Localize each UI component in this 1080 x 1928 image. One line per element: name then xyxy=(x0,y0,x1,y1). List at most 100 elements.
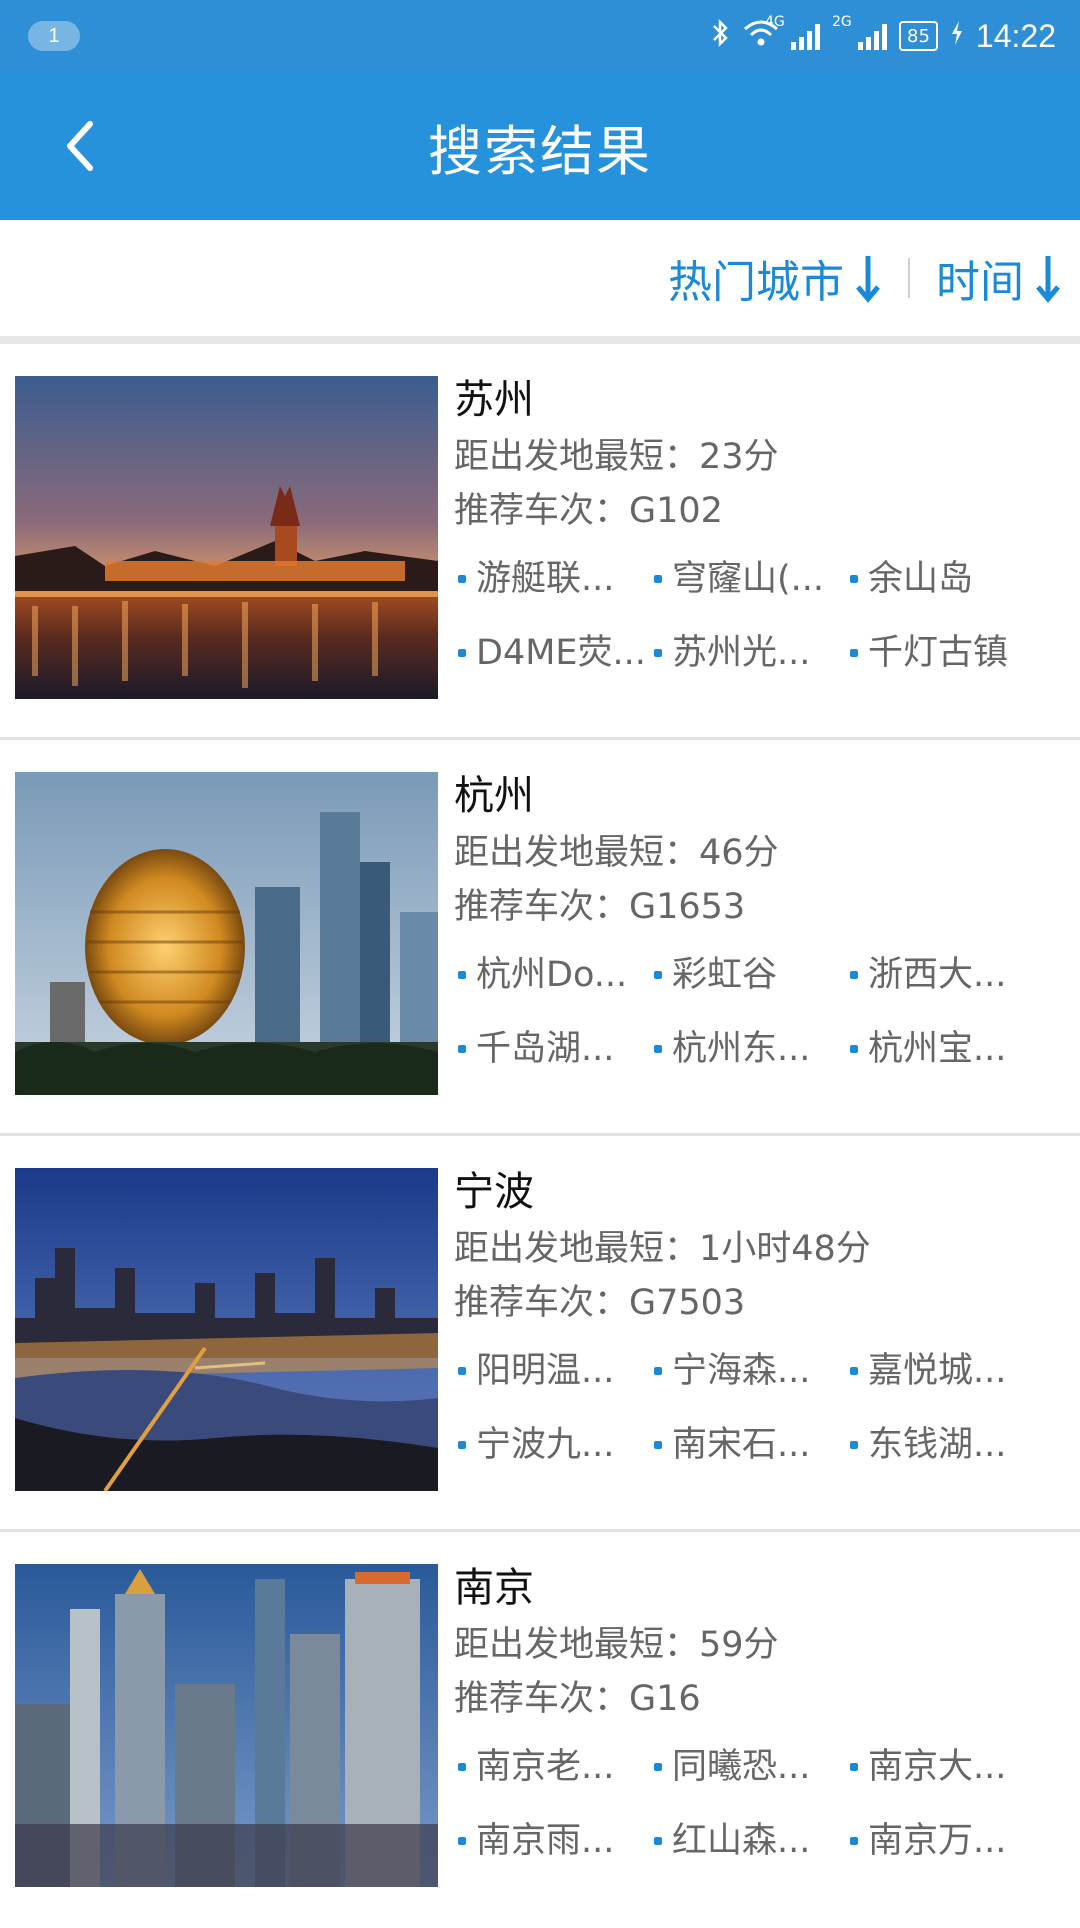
bullet-icon xyxy=(458,575,466,583)
clock: 14:22 xyxy=(975,17,1056,54)
attraction-tag[interactable]: 红山森... xyxy=(650,1812,846,1870)
city-name: 杭州 xyxy=(454,773,534,819)
bullet-icon xyxy=(654,1837,662,1845)
attraction-label: 浙西大... xyxy=(868,955,1007,995)
city-name: 苏州 xyxy=(454,377,534,423)
attraction-label: 红山森... xyxy=(672,1821,811,1861)
city-name: 南京 xyxy=(454,1565,534,1611)
attraction-tag[interactable]: 苏州光... xyxy=(650,624,846,682)
attraction-label: 南宋石... xyxy=(672,1425,811,1465)
attraction-tag[interactable]: 杭州东... xyxy=(650,1020,846,1078)
attraction-label: 游艇联... xyxy=(476,559,615,599)
page-title: 搜索结果 xyxy=(428,119,652,183)
attraction-tag[interactable]: 彩虹谷 xyxy=(650,946,846,1004)
attraction-tag[interactable]: 宁海森... xyxy=(650,1342,846,1400)
result-card[interactable]: 苏州 距出发地最短：23分 推荐车次：G102 游艇联... 穹窿山(... 余… xyxy=(0,344,1080,740)
bluetooth-icon xyxy=(711,17,731,55)
bullet-icon xyxy=(850,575,858,583)
result-card[interactable]: 杭州 距出发地最短：46分 推荐车次：G1653 杭州Do... 彩虹谷 浙西大… xyxy=(0,740,1080,1136)
sort-time-label: 时间 xyxy=(936,257,1024,308)
attraction-tag[interactable]: 南京大... xyxy=(846,1738,1042,1796)
attraction-label: 杭州东... xyxy=(672,1029,811,1069)
attraction-tag[interactable]: 宁波九... xyxy=(454,1416,650,1474)
recommended-train: 推荐车次：G102 xyxy=(454,491,723,531)
charging-icon xyxy=(950,20,964,52)
shortest-travel-time: 距出发地最短：59分 xyxy=(454,1625,779,1665)
attraction-label: D4ME荧... xyxy=(476,633,646,673)
city-photo-suzhou xyxy=(15,376,438,699)
attraction-label: 穹窿山(... xyxy=(672,559,825,599)
result-card[interactable]: 南京 距出发地最短：59分 推荐车次：G16 南京老... 同曦恐... 南京大… xyxy=(0,1532,1080,1928)
result-card[interactable]: 宁波 距出发地最短：1小时48分 推荐车次：G7503 阳明温... 宁海森..… xyxy=(0,1136,1080,1532)
city-photo-ningbo xyxy=(15,1168,438,1491)
attraction-tags: 南京老... 同曦恐... 南京大... 南京雨... 红山森... 南京万..… xyxy=(454,1738,1060,1870)
bullet-icon xyxy=(458,1763,466,1771)
attraction-tag[interactable]: 阳明温... xyxy=(454,1342,650,1400)
shortest-travel-time: 距出发地最短：23分 xyxy=(454,437,779,477)
attraction-label: 余山岛 xyxy=(868,559,974,599)
battery-icon: 85 xyxy=(899,21,938,51)
bullet-icon xyxy=(654,649,662,657)
attraction-tag[interactable]: 南京万... xyxy=(846,1812,1042,1870)
attraction-tag[interactable]: 南宋石... xyxy=(650,1416,846,1474)
bullet-icon xyxy=(850,1045,858,1053)
attraction-tags: 游艇联... 穹窿山(... 余山岛 D4ME荧... 苏州光... 千灯古镇 xyxy=(454,550,1060,682)
attraction-label: 南京万... xyxy=(868,1821,1007,1861)
attraction-label: 南京大... xyxy=(868,1747,1007,1787)
bullet-icon xyxy=(654,971,662,979)
shortest-travel-time: 距出发地最短：46分 xyxy=(454,833,779,873)
status-icons: 4G 2G 85 14:22 xyxy=(711,14,1056,55)
arrow-down-icon xyxy=(856,256,880,303)
attraction-tag[interactable]: 同曦恐... xyxy=(650,1738,846,1796)
recommended-train: 推荐车次：G1653 xyxy=(454,887,746,927)
bullet-icon xyxy=(654,1367,662,1375)
result-info: 南京 距出发地最短：59分 推荐车次：G16 南京老... 同曦恐... 南京大… xyxy=(454,1558,1060,1870)
attraction-label: 南京雨... xyxy=(476,1821,615,1861)
attraction-tag[interactable]: 游艇联... xyxy=(454,550,650,608)
battery-level: 85 xyxy=(907,25,930,47)
attraction-label: 南京老... xyxy=(476,1747,615,1787)
attraction-tag[interactable]: 千岛湖... xyxy=(454,1020,650,1078)
chevron-left-icon xyxy=(67,121,93,171)
bullet-icon xyxy=(850,1837,858,1845)
attraction-tags: 杭州Do... 彩虹谷 浙西大... 千岛湖... 杭州东... 杭州宝... xyxy=(454,946,1060,1078)
recommended-train: 推荐车次：G7503 xyxy=(454,1283,746,1323)
attraction-tag[interactable]: 杭州Do... xyxy=(454,946,650,1004)
attraction-label: 千岛湖... xyxy=(476,1029,615,1069)
bullet-icon xyxy=(458,1441,466,1449)
attraction-tag[interactable]: 南京老... xyxy=(454,1738,650,1796)
bullet-icon xyxy=(654,575,662,583)
bullet-icon xyxy=(850,971,858,979)
sort-time-button[interactable]: 时间 xyxy=(936,246,1062,310)
attraction-label: 彩虹谷 xyxy=(672,955,778,995)
back-button[interactable] xyxy=(50,116,110,176)
attraction-tag[interactable]: 千灯古镇 xyxy=(846,624,1042,682)
bullet-icon xyxy=(654,1763,662,1771)
attraction-label: 杭州宝... xyxy=(868,1029,1007,1069)
sort-hot-cities-label: 热门城市 xyxy=(668,257,844,308)
attraction-tag[interactable]: 穹窿山(... xyxy=(650,550,846,608)
attraction-tag[interactable]: D4ME荧... xyxy=(454,624,650,682)
attraction-tag[interactable]: 浙西大... xyxy=(846,946,1042,1004)
sort-hot-cities-button[interactable]: 热门城市 xyxy=(668,246,882,310)
recommended-train: 推荐车次：G16 xyxy=(454,1679,701,1719)
attraction-label: 东钱湖... xyxy=(868,1425,1007,1465)
attraction-label: 宁海森... xyxy=(672,1351,811,1391)
bullet-icon xyxy=(850,1367,858,1375)
attraction-tag[interactable]: 嘉悦城... xyxy=(846,1342,1042,1400)
bullet-icon xyxy=(850,1763,858,1771)
attraction-label: 嘉悦城... xyxy=(868,1351,1007,1391)
result-info: 杭州 距出发地最短：46分 推荐车次：G1653 杭州Do... 彩虹谷 浙西大… xyxy=(454,766,1060,1078)
attraction-label: 杭州Do... xyxy=(476,955,628,995)
bullet-icon xyxy=(458,1837,466,1845)
attraction-tag[interactable]: 杭州宝... xyxy=(846,1020,1042,1078)
city-photo-hangzhou xyxy=(15,772,438,1095)
filter-divider xyxy=(908,258,910,298)
attraction-tag[interactable]: 东钱湖... xyxy=(846,1416,1042,1474)
city-name: 宁波 xyxy=(454,1169,534,1215)
result-info: 苏州 距出发地最短：23分 推荐车次：G102 游艇联... 穹窿山(... 余… xyxy=(454,370,1060,682)
attraction-tag[interactable]: 余山岛 xyxy=(846,550,1042,608)
attraction-tag[interactable]: 南京雨... xyxy=(454,1812,650,1870)
bullet-icon xyxy=(458,649,466,657)
signal-2g-icon: 2G xyxy=(832,14,888,50)
